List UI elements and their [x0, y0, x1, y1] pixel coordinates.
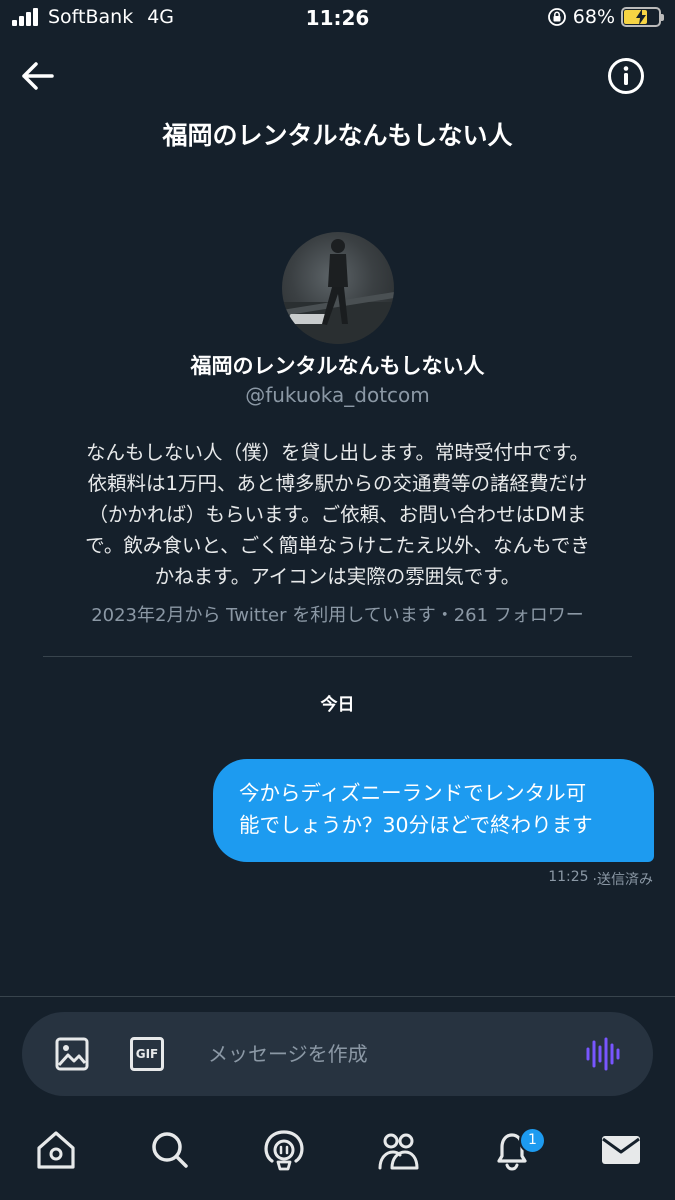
gif-button[interactable]: GIF — [130, 1037, 164, 1071]
gif-label: GIF — [135, 1047, 159, 1061]
battery-icon — [621, 7, 664, 27]
status-bar-right: 68% — [547, 6, 664, 28]
tab-spaces[interactable] — [262, 1128, 306, 1172]
day-label: 今日 — [320, 695, 355, 715]
image-icon — [55, 1037, 89, 1071]
tab-messages[interactable] — [599, 1128, 643, 1172]
profile-name: 福岡のレンタルなんもしない人 — [190, 354, 485, 378]
spaces-icon — [264, 1130, 304, 1171]
message-composer: GIF — [22, 1012, 653, 1096]
avatar-photo — [282, 239, 394, 344]
back-button[interactable] — [18, 58, 58, 94]
notification-count-badge: 1 — [519, 1127, 546, 1154]
message-bubble[interactable]: 今からディズニーランドでレンタル可 能でしょうか？30分ほどで終わります — [213, 759, 654, 862]
info-icon — [608, 58, 644, 94]
bio-line: で。飲み食いと、ごく簡単なうけこたえ以外、なんもでき — [85, 534, 590, 557]
home-icon — [37, 1131, 75, 1169]
bio-line: （かかれば）もらいます。ご依頼、お問い合わせはDMま — [88, 503, 587, 526]
arrow-left-icon — [22, 62, 54, 90]
composer-divider — [0, 996, 675, 997]
message-status: ·送信済み — [592, 872, 653, 888]
battery-percent: 68% — [572, 6, 615, 28]
voice-wave-icon — [586, 1037, 620, 1071]
status-bar: SoftBank 4G 11:26 68% — [0, 0, 675, 40]
profile-handle[interactable]: @fukuoka_dotcom — [0, 383, 675, 407]
info-button[interactable] — [607, 57, 645, 95]
orientation-lock-icon — [547, 8, 566, 26]
charging-bolt-icon — [636, 9, 646, 25]
bio-line: かねます。アイコンは実際の雰囲気です。 — [154, 565, 521, 588]
message-input[interactable] — [208, 1038, 568, 1070]
profile-avatar[interactable] — [282, 232, 394, 344]
bio-line: 依頼料は1万円、あと博多駅からの交通費等の諸経費だけ — [87, 472, 588, 495]
message-meta: 11:25 ·送信済み — [548, 869, 653, 889]
voice-message-button[interactable] — [584, 1036, 620, 1072]
profile-bio: なんもしない人（僕）を貸し出します。常時受付中です。 依頼料は1万円、あと博多駅… — [40, 437, 635, 592]
bio-line: なんもしない人（僕）を貸し出します。常時受付中です。 — [85, 441, 590, 464]
communities-icon — [378, 1133, 419, 1170]
search-icon — [152, 1132, 188, 1168]
page-title: 福岡のレンタルなんもしない人 — [162, 121, 513, 150]
profile-meta: 2023年2月から Twitter を利用しています・261 フォロワー — [91, 605, 584, 626]
messages-icon — [602, 1136, 640, 1164]
tab-search[interactable] — [148, 1128, 192, 1172]
add-image-button[interactable] — [54, 1036, 90, 1072]
message-text-line: 今からディズニーランドでレンタル可 — [239, 781, 587, 805]
tab-communities[interactable] — [376, 1128, 420, 1172]
divider — [43, 656, 632, 657]
bottom-tab-bar — [0, 1128, 675, 1184]
message-time: 11:25 — [548, 869, 589, 885]
tab-home[interactable] — [34, 1128, 78, 1172]
message-text-line: 能でしょうか？30分ほどで終わります — [239, 813, 593, 837]
